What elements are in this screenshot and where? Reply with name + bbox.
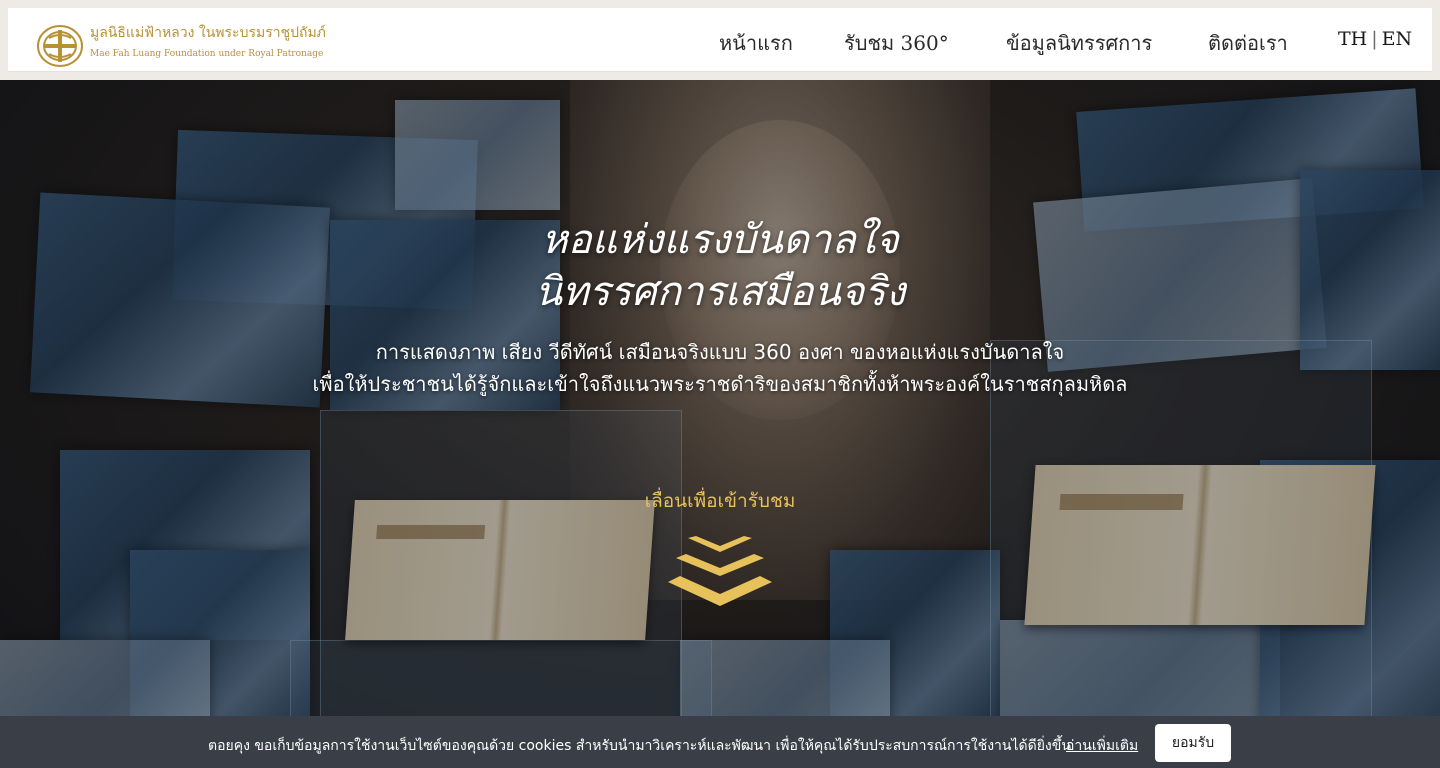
nav-exhibition-info[interactable]: ข้อมูลนิทรรศการ [1006, 27, 1152, 59]
cookie-read-more-link[interactable]: อ่านเพิ่มเติม [1066, 735, 1138, 757]
hero-subtitle-line2: เพื่อให้ประชาชนได้รู้จักและเข้าใจถึงแนวพ… [312, 372, 1128, 396]
nav-home[interactable]: หน้าแรก [719, 27, 793, 59]
language-switcher: TH | EN [1338, 28, 1412, 50]
main-nav: หน้าแรก รับชม 360° ข้อมูลนิทรรศการ ติดต่… [8, 8, 1432, 72]
hero-dim-overlay [0, 80, 1440, 768]
lang-en[interactable]: EN [1382, 28, 1413, 50]
scroll-to-view-label[interactable]: เลื่อนเพื่อเข้ารับชม [0, 486, 1440, 516]
cookie-message: ตอยคุง ขอเก็บข้อมูลการใช้งานเว็บไซต์ของค… [208, 738, 1071, 754]
hero-subtitle-line1: การแสดงภาพ เสียง วีดีทัศน์ เสมือนจริงแบบ… [375, 340, 1065, 364]
lang-th[interactable]: TH [1338, 28, 1367, 50]
lang-separator: | [1371, 28, 1378, 50]
hero-title-line2: นิทรรศการเสมือนจริง [534, 269, 906, 315]
nav-contact[interactable]: ติดต่อเรา [1208, 27, 1288, 59]
cookie-accept-button[interactable]: ยอมรับ [1155, 724, 1231, 762]
nav-view-360[interactable]: รับชม 360° [844, 27, 949, 59]
hero-title-line1: หอแห่งแรงบันดาลใจ [541, 217, 899, 263]
hero-section: หอแห่งแรงบันดาลใจ นิทรรศการเสมือนจริง กา… [0, 80, 1440, 768]
site-header: มูลนิธิแม่ฟ้าหลวง ในพระบรมราชูปถัมภ์ Mae… [8, 8, 1432, 72]
cookie-consent-bar: ตอยคุง ขอเก็บข้อมูลการใช้งานเว็บไซต์ของค… [0, 716, 1440, 768]
chevrons-down-icon[interactable] [668, 536, 772, 608]
